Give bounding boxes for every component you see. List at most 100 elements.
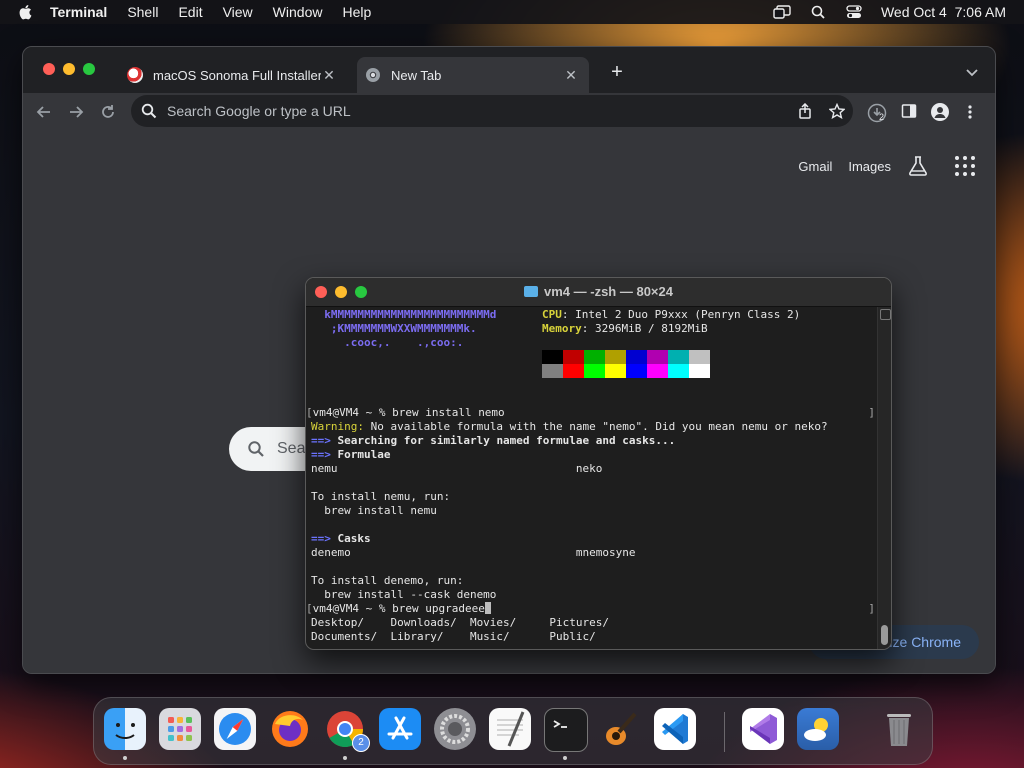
tab-new-tab[interactable]: New Tab ✕ (357, 57, 589, 93)
vscode-icon[interactable] (654, 708, 696, 750)
launchpad-icon[interactable] (159, 708, 201, 750)
apple-menu-icon[interactable] (16, 3, 34, 21)
neofetch-art-line: .cooc,. .,coo:. (311, 336, 464, 349)
terminal-line-searching: ==> Searching for similarly named formul… (311, 434, 675, 448)
dock: 2 (93, 697, 933, 765)
back-arrow-icon[interactable] (35, 103, 53, 121)
garageband-icon[interactable] (599, 708, 641, 750)
new-tab-button[interactable]: + (607, 62, 627, 83)
spotlight-search-icon[interactable] (809, 4, 827, 20)
visual-studio-icon[interactable] (742, 708, 784, 750)
terminal-app-icon[interactable] (544, 708, 588, 752)
warning-label: Warning: (311, 420, 364, 433)
arrow-marker: ==> (311, 434, 331, 447)
finder-icon[interactable] (104, 708, 146, 750)
scrollbar-thumb[interactable] (881, 625, 888, 645)
terminal-line-prompt: [vm4@VM4 ~ % brew install nemo (306, 406, 505, 419)
gmail-link[interactable]: Gmail (798, 159, 832, 174)
searching-text: Searching for similarly named formulae a… (330, 434, 676, 447)
forward-arrow-icon[interactable] (67, 103, 85, 121)
tab-search-chevron-icon[interactable] (965, 65, 979, 79)
tab-close-icon[interactable]: ✕ (563, 67, 579, 83)
customize-chrome-label: ize Chrome (889, 634, 961, 650)
bracket-marker: ] (868, 602, 875, 615)
memory-value: : 3296MiB / 8192MiB (581, 322, 708, 335)
terminal-line-install-denemo: To install denemo, run: (311, 574, 464, 587)
close-window-button[interactable] (43, 63, 55, 75)
scroll-up-icon[interactable] (880, 309, 891, 320)
labs-flask-icon[interactable] (907, 155, 929, 177)
menu-edit[interactable]: Edit (178, 4, 202, 20)
color-swatch (605, 350, 626, 364)
tab-title: New Tab (391, 67, 442, 83)
terminal-line-casks: denemo mnemosyne (311, 546, 636, 559)
textedit-icon[interactable] (489, 708, 531, 750)
terminal-line-casks-header: ==> Casks (311, 532, 371, 546)
weather-icon[interactable] (797, 708, 839, 750)
search-box-text: Sea (277, 440, 306, 457)
safari-icon[interactable] (214, 708, 256, 750)
dock-separator (724, 712, 725, 752)
menu-app-name[interactable]: Terminal (50, 4, 107, 20)
menu-shell[interactable]: Shell (127, 4, 158, 20)
menu-view[interactable]: View (223, 4, 253, 20)
trash-icon[interactable] (878, 708, 920, 750)
warning-text: No available formula with the name "nemo… (363, 420, 828, 433)
address-bar[interactable]: Search Google or type a URL (131, 95, 853, 127)
terminal-line-prompt-current: [vm4@VM4 ~ % brew upgradeee (306, 602, 491, 616)
menu-bar: Terminal Shell Edit View Window Help Wed… (0, 0, 1024, 24)
neofetch-art-line: kMMMMMMMMMMMMMMMMMMMMMMMMd (311, 308, 497, 321)
downloads-icon[interactable]: 2 (867, 103, 887, 123)
color-palette-normal (542, 350, 710, 364)
zoom-window-button[interactable] (83, 63, 95, 75)
color-swatch (647, 364, 668, 378)
app-store-icon[interactable] (379, 708, 421, 750)
terminal-titlebar[interactable]: vm4 — -zsh — 80×24 (306, 278, 891, 307)
terminal-window: vm4 — -zsh — 80×24 kMMMMMMMMMMMMMMMMMMMM… (305, 277, 892, 650)
search-icon (141, 103, 157, 119)
terminal-line-formulae: nemu neko (311, 462, 603, 475)
color-palette-bright (542, 364, 710, 378)
terminal-line-ls: Documents/ Library/ Music/ Public/ (311, 630, 596, 643)
google-chrome-icon[interactable]: 2 (324, 708, 370, 752)
terminal-line-install-nemu: To install nemu, run: (311, 490, 451, 503)
menu-help[interactable]: Help (342, 4, 371, 20)
system-settings-icon[interactable] (434, 708, 476, 750)
control-center-icon[interactable] (845, 4, 863, 20)
neofetch-cpu: CPU: Intel 2 Duo P9xxx (Penryn Class 2) (542, 308, 800, 322)
minimize-window-button[interactable] (63, 63, 75, 75)
side-panel-icon[interactable] (901, 103, 919, 121)
google-apps-icon[interactable] (955, 156, 975, 176)
menu-clock[interactable]: Wed Oct 4 7:06 AM (881, 4, 1006, 20)
firefox-icon[interactable] (269, 708, 311, 750)
terminal-scrollbar[interactable] (877, 307, 891, 649)
text-cursor (484, 602, 491, 614)
command-text: vm4@VM4 ~ % brew upgradeee (312, 602, 485, 615)
color-swatch (542, 364, 563, 378)
tab-macos-sonoma[interactable]: macOS Sonoma Full Installer D ✕ (119, 57, 347, 93)
site-favicon-icon (127, 67, 143, 83)
folder-icon (524, 286, 538, 297)
color-swatch (626, 350, 647, 364)
tab-title: macOS Sonoma Full Installer D (153, 67, 321, 83)
color-swatch (626, 364, 647, 378)
color-swatch (542, 350, 563, 364)
window-controls (43, 63, 95, 75)
share-icon[interactable] (797, 102, 813, 124)
profile-avatar-icon[interactable] (931, 103, 949, 121)
more-menu-icon[interactable] (967, 103, 985, 121)
neofetch-art-line: ;KMMMMMMMWXXWMMMMMMMk. (311, 322, 477, 335)
images-link[interactable]: Images (848, 159, 891, 174)
reload-icon[interactable] (99, 103, 117, 121)
color-swatch (584, 350, 605, 364)
bookmark-star-icon[interactable] (828, 102, 846, 124)
color-swatch (668, 350, 689, 364)
arrow-marker: ==> (311, 448, 331, 461)
terminal-line-ls: Desktop/ Downloads/ Movies/ Pictures/ (311, 616, 610, 629)
color-swatch (563, 364, 584, 378)
tab-close-icon[interactable]: ✕ (321, 67, 337, 83)
menu-window[interactable]: Window (273, 4, 323, 20)
screen-mirroring-icon[interactable] (773, 4, 791, 20)
terminal-output[interactable]: kMMMMMMMMMMMMMMMMMMMMMMMMd ;KMMMMMMMWXXW… (306, 307, 878, 649)
terminal-line-install-denemo-cmd: brew install --cask denemo (311, 588, 497, 601)
